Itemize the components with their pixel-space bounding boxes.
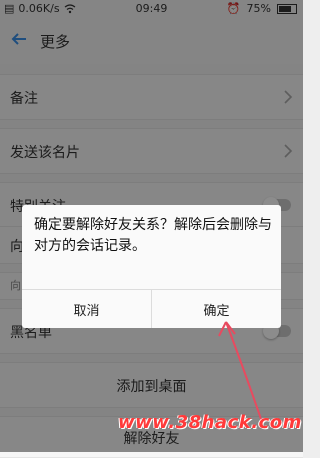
cancel-button[interactable]: 取消 bbox=[22, 290, 151, 328]
screen: ▤ 0.06K/s 09:49 ⏰ 75% 更多 备注 发送该名片 向 向 黑名… bbox=[0, 0, 303, 458]
confirm-button-label: 确定 bbox=[203, 303, 230, 319]
watermark-text: www.38hack.com bbox=[118, 412, 302, 433]
dialog-message: 确定要解除好友关系？解除后会删除与对方的会话记录。 bbox=[34, 217, 272, 254]
confirm-dialog: 确定要解除好友关系？解除后会删除与对方的会话记录。 取消 确定 bbox=[22, 205, 281, 328]
cancel-button-label: 取消 bbox=[73, 303, 100, 319]
confirm-button[interactable]: 确定 bbox=[152, 290, 281, 328]
